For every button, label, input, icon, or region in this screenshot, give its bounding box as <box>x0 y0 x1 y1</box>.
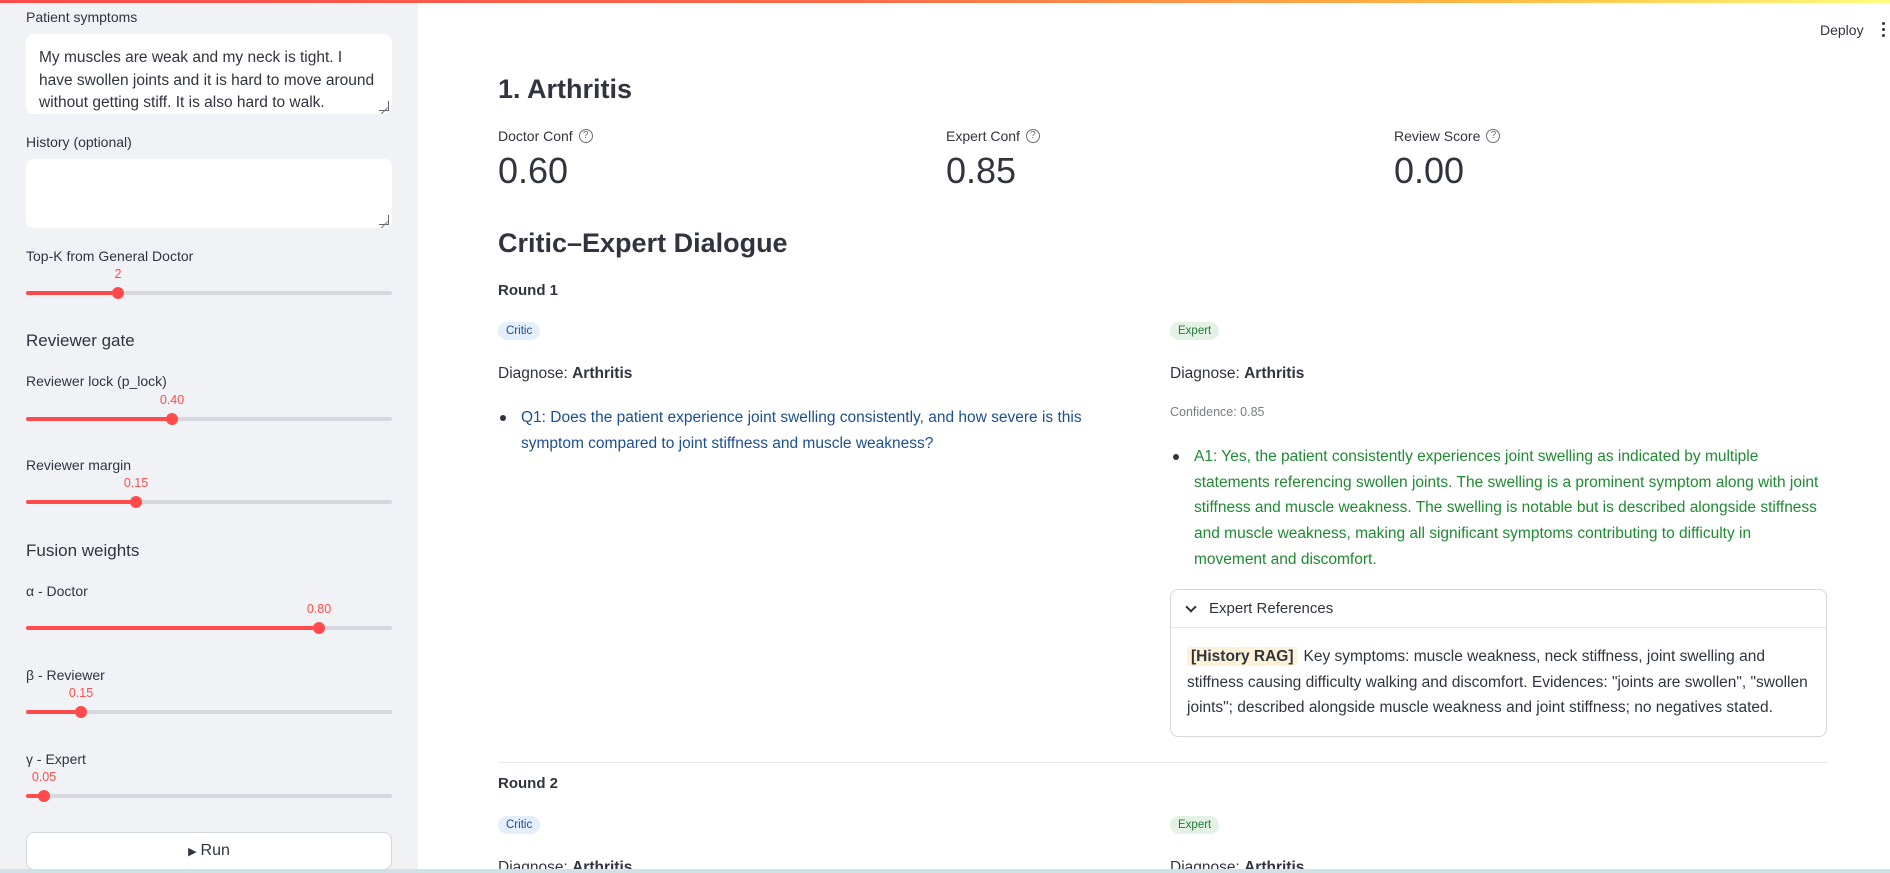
slider-thumb[interactable] <box>166 413 178 425</box>
dialogue-heading: Critic–Expert Dialogue <box>498 228 788 258</box>
deploy-button[interactable]: Deploy <box>1820 22 1864 38</box>
metric-review-score-value: 0.00 <box>1394 150 1465 191</box>
metric-label-text: Review Score <box>1394 128 1481 144</box>
slider-fill <box>26 291 118 295</box>
slider-fill <box>26 710 81 714</box>
critic-question: Q1: Does the patient experience joint sw… <box>498 405 1148 456</box>
round-2-heading: Round 2 <box>498 775 558 792</box>
beta-label: β - Reviewer <box>26 667 105 683</box>
slider-fill <box>26 500 136 504</box>
help-icon[interactable]: ? <box>1486 129 1501 143</box>
alpha-label: α - Doctor <box>26 583 88 599</box>
slider-fill <box>26 417 172 421</box>
help-icon[interactable]: ? <box>1025 129 1040 143</box>
critic-badge: Critic <box>498 322 541 340</box>
symptoms-label: Patient symptoms <box>26 9 138 25</box>
gamma-slider[interactable]: 0.05 <box>26 770 392 808</box>
run-button-label: Run <box>200 842 230 859</box>
expert-references-body: [History RAG] Key symptoms: muscle weakne… <box>1171 628 1826 721</box>
reviewer-lock-slider[interactable]: 0.40 <box>26 393 392 431</box>
reviewer-margin-slider[interactable]: 0.15 <box>26 476 392 514</box>
reference-source-tag: [History RAG] <box>1187 647 1298 666</box>
more-vert-icon[interactable] <box>1882 22 1886 38</box>
expert-badge: Expert <box>1170 816 1220 834</box>
history-input[interactable] <box>26 159 392 228</box>
run-button[interactable]: ▶ Run <box>26 832 392 870</box>
slider-fill <box>26 626 319 630</box>
slider-track <box>26 794 392 798</box>
resize-handle-icon[interactable] <box>379 215 389 225</box>
metric-doctor-conf-label: Doctor Conf ? <box>498 128 593 144</box>
round-divider <box>498 762 1827 763</box>
metric-label-text: Doctor Conf <box>498 128 573 144</box>
reviewer-gate-heading: Reviewer gate <box>26 331 135 350</box>
slider-thumb[interactable] <box>130 496 142 508</box>
slider-thumb[interactable] <box>112 287 124 299</box>
bottom-edge <box>0 869 1890 873</box>
critic-badge: Critic <box>498 816 541 834</box>
slider-thumb[interactable] <box>75 706 87 718</box>
top-decoration-bar <box>0 0 1890 3</box>
metric-expert-conf-value: 0.85 <box>946 150 1017 191</box>
metric-label-text: Expert Conf <box>946 128 1020 144</box>
play-icon: ▶ <box>188 846 197 858</box>
reviewer-margin-label: Reviewer margin <box>26 457 132 473</box>
expert-diagnosis: Diagnose: Arthritis <box>1170 365 1304 383</box>
critic-diagnosis-value: Arthritis <box>572 365 633 382</box>
expert-references-title: Expert References <box>1209 600 1334 617</box>
metric-expert-conf-label: Expert Conf ? <box>946 128 1040 144</box>
slider-value: 0.80 <box>306 602 332 616</box>
slider-value: 0.05 <box>31 770 57 784</box>
help-icon[interactable]: ? <box>578 129 593 143</box>
expert-references-expander: Expert References [History RAG] Key sympt… <box>1170 589 1827 737</box>
slider-value: 0.15 <box>123 476 149 490</box>
diagnose-prefix: Diagnose: <box>498 365 568 382</box>
fusion-weights-heading: Fusion weights <box>26 541 140 560</box>
expert-confidence: Confidence: 0.85 <box>1170 405 1265 419</box>
slider-thumb[interactable] <box>313 622 325 634</box>
symptoms-input[interactable]: My muscles are weak and my neck is tight… <box>26 34 392 114</box>
slider-value: 0.15 <box>68 686 94 700</box>
metric-doctor-conf-value: 0.60 <box>498 150 569 191</box>
expert-references-toggle[interactable]: Expert References <box>1171 590 1826 628</box>
topk-label: Top-K from General Doctor <box>26 248 194 264</box>
topk-slider[interactable]: 2 <box>26 267 392 305</box>
chevron-down-icon <box>1185 600 1197 613</box>
resize-handle-icon[interactable] <box>379 101 389 111</box>
slider-value: 2 <box>114 267 122 281</box>
round-1-heading: Round 1 <box>498 282 558 299</box>
metric-review-score-label: Review Score ? <box>1394 128 1501 144</box>
slider-value: 0.40 <box>159 393 185 407</box>
expert-badge: Expert <box>1170 322 1220 340</box>
sidebar: Patient symptoms My muscles are weak and… <box>0 0 418 873</box>
diagnose-prefix: Diagnose: <box>1170 365 1240 382</box>
symptoms-input-value: My muscles are weak and my neck is tight… <box>39 49 375 111</box>
expert-diagnosis-value: Arthritis <box>1244 365 1305 382</box>
gamma-label: γ - Expert <box>26 751 86 767</box>
slider-thumb[interactable] <box>38 790 50 802</box>
history-label: History (optional) <box>26 134 132 150</box>
expert-answer: A1: Yes, the patient consistently experi… <box>1171 444 1827 573</box>
page-title: 1. Arthritis <box>498 74 633 104</box>
alpha-slider[interactable]: 0.80 <box>26 602 392 640</box>
reviewer-lock-label: Reviewer lock (p_lock) <box>26 373 167 389</box>
beta-slider[interactable]: 0.15 <box>26 686 392 724</box>
critic-diagnosis: Diagnose: Arthritis <box>498 365 632 383</box>
